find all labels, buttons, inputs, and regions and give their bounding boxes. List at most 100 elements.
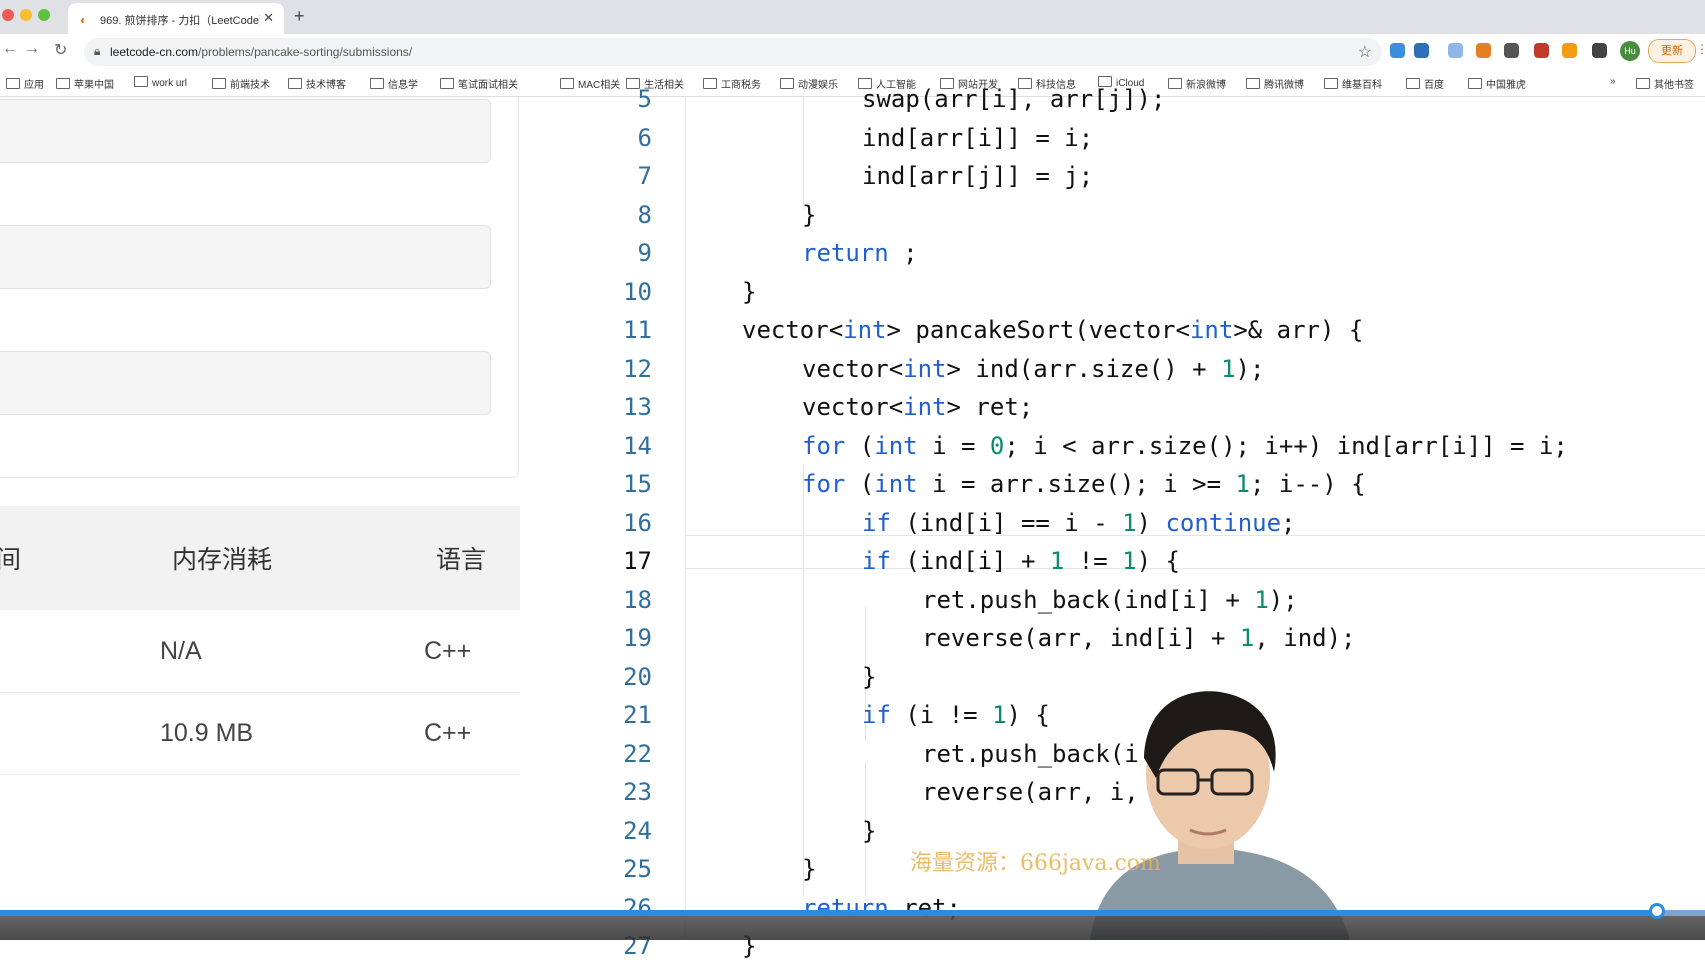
minimize-window-dot[interactable] [20, 9, 32, 21]
code-text: } [862, 812, 876, 850]
browser-tab[interactable]: ◐ 969. 煎饼排序 - 力扣（LeetCode） ✕ [68, 3, 284, 34]
code-token: ( [845, 470, 875, 498]
code-text: ind[arr[j]] = j; [862, 157, 1093, 195]
code-text: for (int i = arr.size(); i >= 1; i--) { [802, 465, 1366, 503]
line-number: 9 [637, 239, 652, 267]
filter-field[interactable] [0, 225, 491, 289]
code-token: ; [1281, 508, 1296, 537]
bookmark-item[interactable]: 苹果中国 [56, 76, 114, 91]
code-token: , ind); [1254, 624, 1356, 652]
folder-icon [6, 78, 20, 89]
code-token: vector< [802, 354, 904, 383]
extension-icon[interactable] [1534, 43, 1549, 58]
close-window-dot[interactable] [2, 9, 14, 21]
keyword-token: int [874, 431, 918, 460]
more-menu-icon[interactable]: ⋮ [1696, 42, 1705, 56]
code-token: reverse(arr, ind[i] + [922, 624, 1240, 652]
code-token: ) { [1006, 701, 1050, 729]
line-number: 13 [623, 393, 652, 421]
code-text: if (i != 1) { [862, 696, 1050, 734]
extension-icon[interactable] [1562, 43, 1577, 58]
code-token: } [742, 277, 757, 306]
extension-icon[interactable] [1448, 43, 1463, 58]
keyword-token: int [1189, 316, 1234, 344]
number-token: 1 [1221, 354, 1236, 383]
code-token: ret.push_back(ind[i] + [922, 585, 1255, 614]
code-token: } [802, 855, 817, 883]
bookmark-item[interactable]: 应用 [6, 76, 44, 91]
code-token: i = arr.size(); i >= [917, 470, 1236, 498]
filter-field[interactable] [0, 99, 491, 163]
back-icon[interactable]: ← [2, 40, 18, 58]
code-line: 7 ind[arr[j]] = j; [560, 157, 1705, 195]
keyword-token: continue [1165, 508, 1282, 537]
bookmark-label: work url [152, 78, 188, 89]
metamask-icon[interactable] [1476, 43, 1491, 58]
bookmark-item[interactable]: 笔试面试相关 [440, 76, 518, 91]
line-number: 18 [623, 585, 652, 614]
code-line: 9 return ; [560, 234, 1705, 272]
code-text: if (ind[i] + 1 != 1) { [862, 542, 1180, 580]
line-number: 7 [637, 162, 652, 190]
code-token: i = [917, 431, 990, 460]
keyword-token: for [802, 470, 846, 498]
keyword-token: if [862, 701, 891, 729]
bookmark-item[interactable]: work url [134, 76, 187, 89]
code-text: vector<int> ind(arr.size() + 1); [802, 350, 1264, 388]
bookmark-item[interactable]: 前端技术 [212, 76, 270, 91]
line-number: 22 [623, 739, 652, 768]
tab-title: 969. 煎饼排序 - 力扣（LeetCode） [100, 15, 260, 27]
code-token: ; [888, 239, 918, 267]
table-header: 间 内存消耗 语言 [0, 506, 520, 610]
code-token: ); [1268, 585, 1298, 614]
bookmark-item[interactable]: 技术博客 [288, 76, 346, 91]
keyword-token: int [843, 316, 887, 344]
address-bar[interactable]: 🔒︎ leetcode-cn.com/problems/pancake-sort… [84, 38, 1382, 66]
extension-icon[interactable] [1390, 43, 1405, 58]
memory-cell: 10.9 MB [160, 719, 254, 747]
table-row[interactable]: 10.9 MB C++ [0, 692, 520, 775]
code-token: ; i < arr.size(); i++) ind[arr[i]] = i; [1004, 431, 1568, 460]
puzzle-icon[interactable] [1592, 43, 1607, 58]
code-line: 18 ret.push_back(ind[i] + 1); [560, 581, 1705, 619]
bookmark-star-icon[interactable]: ☆ [1358, 42, 1372, 62]
code-line: 19 reverse(arr, ind[i] + 1, ind); [560, 619, 1705, 657]
number-token: 0 [989, 431, 1005, 460]
line-number: 25 [623, 855, 652, 883]
code-line: 17 if (ind[i] + 1 != 1) { [560, 542, 1705, 580]
filter-field[interactable] [0, 351, 491, 415]
folder-icon [212, 78, 226, 89]
extension-icon[interactable] [1414, 43, 1429, 58]
new-tab-icon[interactable]: + [294, 6, 305, 27]
code-text: swap(arr[i], arr[j]); [862, 80, 1165, 118]
code-token: } [862, 662, 877, 691]
column-header-memory: 内存消耗 [172, 546, 273, 574]
reload-icon[interactable]: ↻ [54, 40, 67, 60]
number-token: 1 [1235, 470, 1250, 498]
code-token: > pancakeSort(vector< [886, 316, 1190, 344]
forward-icon[interactable]: → [24, 40, 40, 58]
code-text: reverse(arr, ind[i] + 1, ind); [922, 619, 1356, 657]
code-token: } [802, 200, 817, 229]
column-header-time: 间 [0, 546, 22, 574]
bookmark-label: 前端技术 [230, 80, 270, 91]
code-token: (ind[i] == i - [890, 508, 1123, 537]
code-text: return ; [802, 234, 918, 272]
bookmark-label: 笔试面试相关 [458, 80, 518, 91]
update-button[interactable]: 更新 [1648, 39, 1696, 63]
line-number: 12 [623, 354, 652, 383]
zoom-window-dot[interactable] [38, 9, 50, 21]
tab-close-icon[interactable]: ✕ [263, 10, 274, 26]
leetcode-favicon-icon: ◐ [80, 13, 88, 27]
bookmark-item[interactable]: 信息学 [370, 76, 418, 91]
number-token: 1 [1122, 547, 1137, 575]
avatar[interactable]: Hu [1620, 41, 1640, 61]
table-row[interactable]: N/A C++ [0, 610, 520, 693]
extension-icon[interactable] [1504, 43, 1519, 58]
code-token: vector< [742, 316, 844, 344]
language-cell: C++ [424, 719, 472, 747]
presenter-webcam [1060, 680, 1360, 940]
number-token: 1 [1122, 508, 1137, 537]
code-token: ind[arr[i]] = i; [862, 123, 1094, 152]
code-token: swap(arr[i], arr[j]); [862, 85, 1166, 113]
